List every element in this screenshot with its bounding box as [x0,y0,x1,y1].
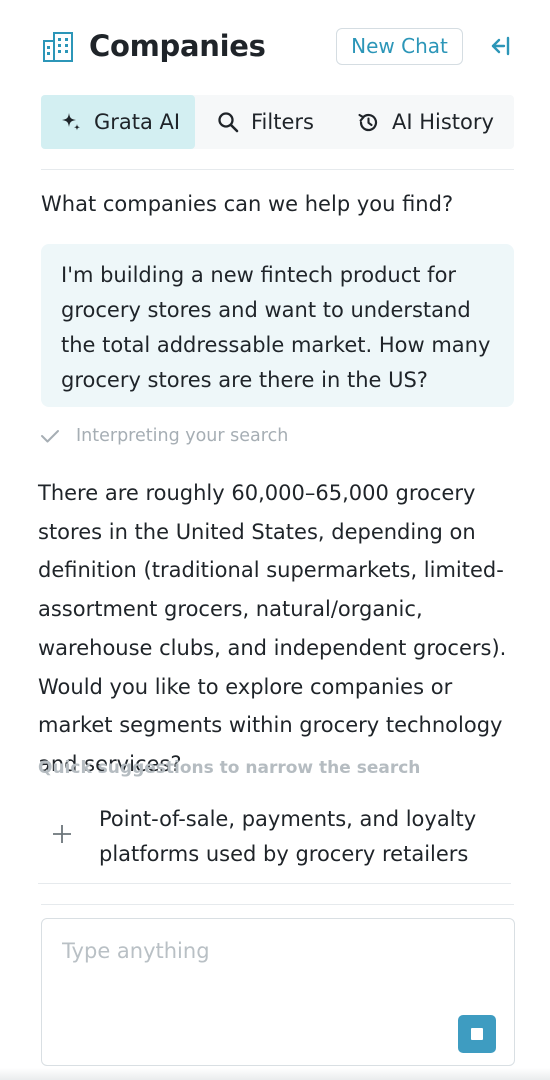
divider [41,904,514,905]
tab-label: Filters [251,110,314,134]
sparkles-icon [62,113,80,131]
tab-filters[interactable]: Filters [217,95,347,149]
check-icon [41,430,59,443]
stop-icon [471,1028,483,1040]
stop-button[interactable] [458,1015,496,1053]
panel-header: Companies New Chat [0,0,550,95]
prompt-question: What companies can we help you find? [41,192,454,216]
search-icon [218,112,239,133]
tab-ai-history[interactable]: AI History [357,95,514,149]
chat-composer [41,918,515,1066]
plus-icon [53,825,71,843]
companies-ai-panel: Companies New Chat Grata AI Filters AI H… [0,0,550,1080]
suggestion-label: Point-of-sale, payments, and loyalty pla… [99,807,477,866]
bottom-edge [0,1068,550,1080]
tab-label: Grata AI [94,110,181,134]
mode-tabs: Grata AI Filters AI History [41,95,514,149]
user-message: I'm building a new fintech product for g… [41,244,514,407]
search-status: Interpreting your search [40,426,288,446]
ai-answer: There are roughly 60,000–65,000 grocery … [38,481,507,776]
status-text: Interpreting your search [76,426,289,446]
divider [41,169,514,170]
suggestion-item[interactable]: Point-of-sale, payments, and loyalty pla… [38,800,511,884]
tab-label: AI History [392,110,494,134]
tab-grata-ai[interactable]: Grata AI [41,95,195,149]
message-input[interactable] [62,939,482,999]
suggestions-heading: Quick suggestions to narrow the search [38,758,421,778]
page-title: Companies [89,29,266,63]
building-icon [43,32,73,62]
new-chat-button[interactable]: New Chat [336,28,463,65]
collapse-panel-icon[interactable] [485,34,511,58]
history-icon [358,113,378,131]
